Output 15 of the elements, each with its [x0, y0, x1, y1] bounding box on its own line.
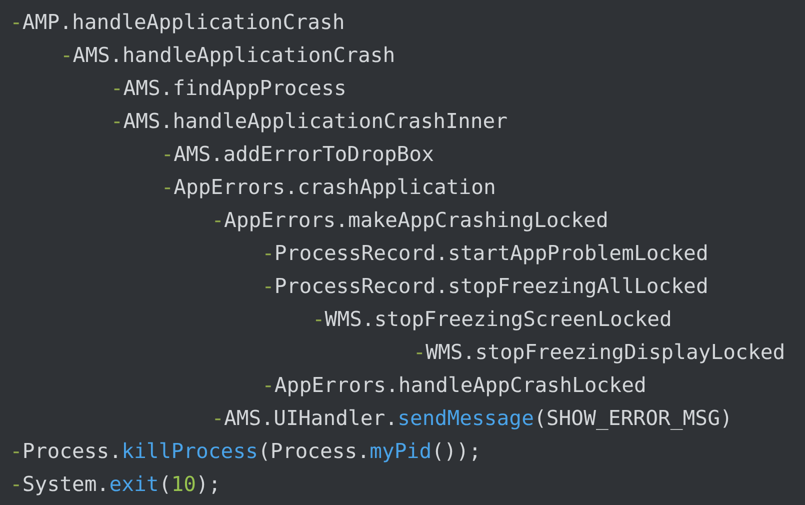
code-line: -ProcessRecord.stopFreezingAllLocked [261, 273, 708, 300]
code-line: -WMS.stopFreezingScreenLocked [311, 306, 672, 333]
code-line: -AMS.handleApplicationCrash [59, 42, 396, 69]
code-line: -AppErrors.crashApplication [160, 174, 496, 201]
code-line: -AppErrors.makeAppCrashingLocked [210, 207, 608, 234]
code-line: -ProcessRecord.startAppProblemLocked [261, 240, 708, 267]
code-line: -AMS.handleApplicationCrashInner [110, 108, 508, 135]
code-line: -Process.killProcess(Process.myPid()); [9, 438, 482, 465]
code-line: -AMP.handleApplicationCrash [9, 9, 345, 36]
code-line: -AMS.addErrorToDropBox [160, 141, 434, 168]
code-line: -AMS.findAppProcess [110, 75, 346, 102]
code-line: -AppErrors.handleAppCrashLocked [261, 372, 646, 399]
code-line: -System.exit(10); [9, 471, 221, 498]
code-line: -WMS.stopFreezingDisplayLocked [412, 339, 786, 366]
code-line: -AMS.UIHandler.sendMessage(SHOW_ERROR_MSG) [210, 405, 732, 432]
